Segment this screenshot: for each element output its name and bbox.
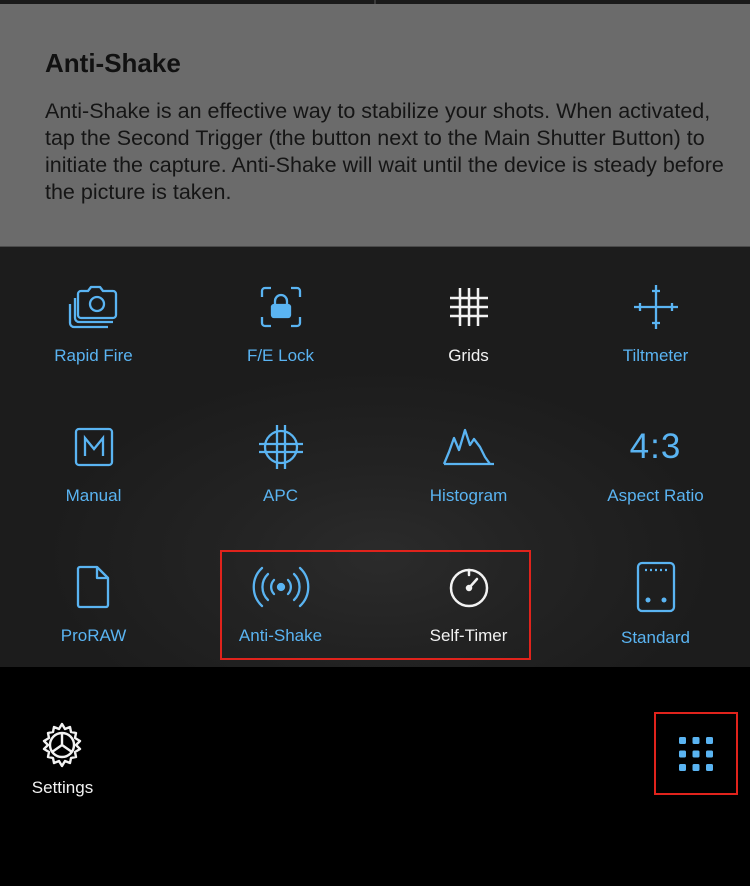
apc-icon [187,417,374,477]
tool-fe-lock[interactable]: F/E Lock [187,247,374,387]
timer-icon [375,557,562,617]
tool-self-timer[interactable]: Self-Timer [375,527,562,667]
tool-tiltmeter[interactable]: Tiltmeter [562,247,749,387]
tool-aspect-ratio[interactable]: 4:3 Aspect Ratio [562,387,749,527]
tool-label: F/E Lock [246,346,315,365]
tool-label: Tiltmeter [622,346,689,365]
tool-label: Manual [65,486,122,505]
tool-grids[interactable]: Grids [375,247,562,387]
manual-m-icon [0,417,187,477]
aspect-ratio-icon: 4:3 [562,417,749,477]
feature-info-panel: Anti-Shake Anti-Shake is an effective wa… [0,4,750,247]
tool-label: Standard [621,628,690,647]
tool-label: ProRAW [60,626,127,645]
tool-anti-shake[interactable]: Anti-Shake [187,527,374,667]
feature-title: Anti-Shake [45,48,181,78]
tool-label: Self-Timer [429,626,508,645]
tool-proraw[interactable]: ProRAW [0,527,187,667]
tool-label: Grids [448,346,489,365]
settings-button[interactable]: Settings [15,722,110,802]
crosshair-icon [562,277,749,337]
gear-icon [39,722,85,768]
tool-histogram[interactable]: Histogram [375,387,562,527]
tool-rapid-fire[interactable]: Rapid Fire [0,247,187,387]
settings-label: Settings [31,778,94,797]
vibration-icon [187,557,374,617]
grid-dots-icon [679,736,713,771]
histogram-icon [375,417,562,477]
document-icon [0,557,187,617]
tool-label: Histogram [429,486,508,505]
aspect-ratio-value: 4:3 [629,427,682,466]
tool-standard[interactable]: Standard [562,527,749,667]
tools-grid: Rapid Fire F/E Lock Grids Tiltmeter Manu… [0,247,750,667]
tool-label: Rapid Fire [54,346,133,365]
bottom-bar [0,667,750,886]
tools-menu-button[interactable] [654,712,738,795]
tool-label: Anti-Shake [238,626,323,645]
tool-apc[interactable]: APC [187,387,374,527]
tool-manual[interactable]: Manual [0,387,187,527]
rapid-fire-icon [0,277,187,337]
lock-icon [187,277,374,337]
tool-label: Aspect Ratio [607,486,704,505]
standard-mode-icon [562,557,749,617]
tool-label: APC [263,486,298,505]
feature-description: Anti-Shake is an effective way to stabil… [45,99,724,204]
grid-icon [375,277,562,337]
